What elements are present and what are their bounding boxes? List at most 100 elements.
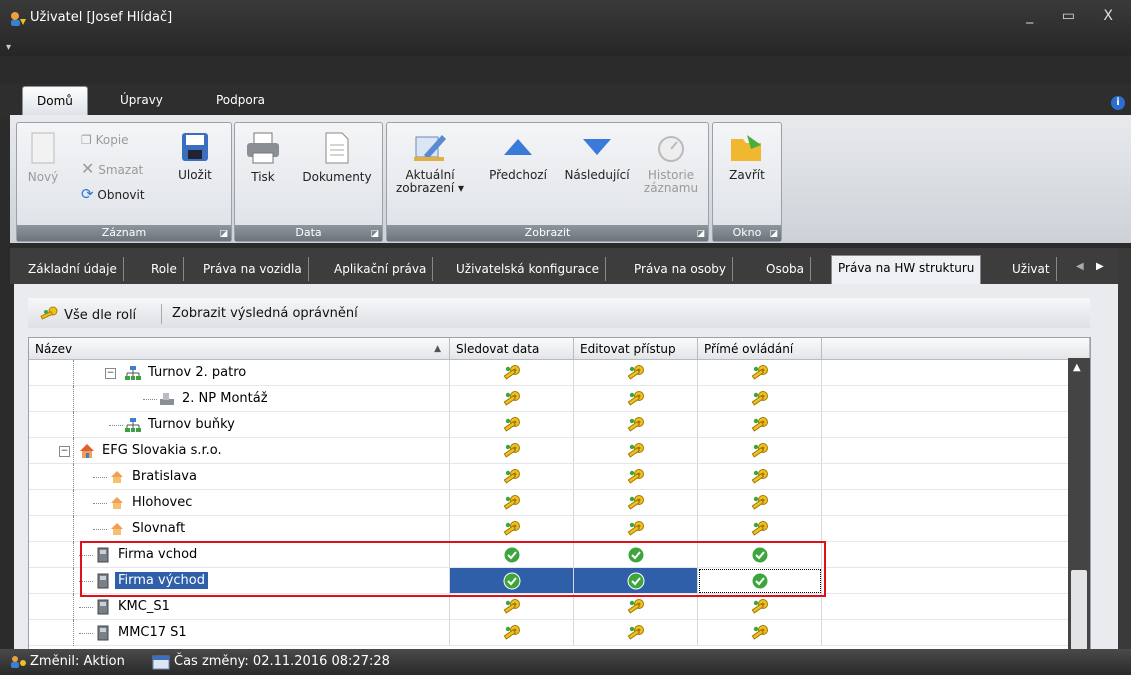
- permission-cell[interactable]: [450, 594, 574, 620]
- info-icon[interactable]: i: [1111, 96, 1125, 110]
- permission-cell[interactable]: [574, 386, 698, 412]
- permission-cell[interactable]: [574, 464, 698, 490]
- tab-scroll-left-icon[interactable]: ◀: [1076, 261, 1084, 272]
- name-cell[interactable]: MMC17 S1: [29, 620, 450, 646]
- save-button[interactable]: Uložit: [175, 131, 215, 182]
- copy-button[interactable]: ❐ Kopie: [81, 133, 129, 147]
- permission-cell[interactable]: [698, 438, 822, 464]
- name-cell[interactable]: − Turnov 2. patro: [29, 360, 450, 386]
- all-by-roles-button[interactable]: Vše dle rolí: [40, 306, 136, 323]
- quick-access-dropdown-icon[interactable]: ▾: [6, 42, 11, 53]
- permission-cell[interactable]: [450, 386, 574, 412]
- tab-podpora[interactable]: Podpora: [202, 86, 279, 114]
- permission-cell[interactable]: [698, 542, 822, 568]
- tab-upravy[interactable]: Úpravy: [106, 86, 177, 114]
- delete-button[interactable]: ✕ Smazat: [81, 159, 143, 178]
- tab-domu[interactable]: Domů: [22, 86, 88, 115]
- maximize-button[interactable]: ▭: [1062, 8, 1087, 24]
- collapse-toggle-icon[interactable]: −: [59, 446, 70, 457]
- permission-cell[interactable]: [698, 568, 822, 594]
- next-button[interactable]: Následující: [559, 131, 635, 182]
- permission-cell[interactable]: [574, 360, 698, 386]
- permission-cell[interactable]: [450, 568, 574, 594]
- permission-cell[interactable]: [574, 412, 698, 438]
- permission-cell[interactable]: [698, 594, 822, 620]
- table-row[interactable]: Slovnaft: [29, 516, 1090, 542]
- refresh-button[interactable]: ⟳ Obnovit: [81, 185, 145, 203]
- name-cell[interactable]: 2. NP Montáž: [29, 386, 450, 412]
- tab-prava-na-hw-strukturu[interactable]: Práva na HW strukturu: [831, 255, 982, 284]
- dialog-launcher-icon[interactable]: ◪: [370, 229, 379, 239]
- tab-scroll-right-icon[interactable]: ▶: [1096, 261, 1104, 272]
- permission-cell[interactable]: [698, 464, 822, 490]
- column-header-editovat-pristup[interactable]: Editovat přístup: [574, 338, 698, 360]
- current-view-button[interactable]: Aktuální zobrazení ▾: [393, 131, 467, 195]
- table-row[interactable]: KMC_S1: [29, 594, 1090, 620]
- tab-prava-na-osoby[interactable]: Práva na osoby: [628, 257, 734, 281]
- tab-prava-na-vozidla[interactable]: Práva na vozidla: [197, 257, 309, 281]
- tab-osoba[interactable]: Osoba: [760, 257, 812, 281]
- permission-cell[interactable]: [574, 516, 698, 542]
- permission-cell[interactable]: [450, 620, 574, 646]
- table-row[interactable]: − EFG Slovakia s.r.o.: [29, 438, 1090, 464]
- table-row[interactable]: MMC17 S1: [29, 620, 1090, 646]
- previous-button[interactable]: Předchozí: [485, 131, 551, 182]
- dialog-launcher-icon[interactable]: ◪: [219, 229, 228, 239]
- permission-cell[interactable]: [450, 412, 574, 438]
- permission-cell[interactable]: [698, 360, 822, 386]
- outer-scrollbar[interactable]: [1118, 248, 1131, 649]
- name-cell[interactable]: Firma vchod: [29, 542, 450, 568]
- collapse-toggle-icon[interactable]: −: [105, 368, 116, 379]
- permission-cell[interactable]: [574, 620, 698, 646]
- table-row[interactable]: Hlohovec: [29, 490, 1090, 516]
- permission-cell[interactable]: [698, 490, 822, 516]
- column-header-nazev[interactable]: Název ▲: [29, 338, 450, 360]
- scrollbar-thumb[interactable]: [1071, 570, 1087, 650]
- permission-cell[interactable]: [698, 516, 822, 542]
- tab-aplikacni-prava[interactable]: Aplikační práva: [328, 257, 434, 281]
- scroll-up-icon[interactable]: ▲: [1073, 362, 1081, 373]
- table-row[interactable]: − Turnov 2. patro: [29, 360, 1090, 386]
- permission-cell[interactable]: [450, 516, 574, 542]
- table-row[interactable]: Firma východ: [29, 568, 1090, 594]
- name-cell[interactable]: Bratislava: [29, 464, 450, 490]
- documents-button[interactable]: Dokumenty: [297, 131, 377, 184]
- permission-cell[interactable]: [450, 490, 574, 516]
- minimize-button[interactable]: _: [1026, 8, 1045, 24]
- permission-cell[interactable]: [574, 542, 698, 568]
- permission-cell[interactable]: [574, 594, 698, 620]
- permission-cell[interactable]: [574, 490, 698, 516]
- tab-zakladni-udaje[interactable]: Základní údaje: [22, 257, 124, 281]
- dialog-launcher-icon[interactable]: ◪: [769, 229, 778, 239]
- name-cell[interactable]: KMC_S1: [29, 594, 450, 620]
- permission-cell[interactable]: [698, 386, 822, 412]
- history-button[interactable]: Historie záznamu: [641, 131, 701, 195]
- dialog-launcher-icon[interactable]: ◪: [696, 229, 705, 239]
- permission-cell[interactable]: [450, 438, 574, 464]
- name-cell[interactable]: − EFG Slovakia s.r.o.: [29, 438, 450, 464]
- new-button[interactable]: Nový: [23, 131, 63, 184]
- table-row[interactable]: Turnov buňky: [29, 412, 1090, 438]
- permission-cell[interactable]: [450, 464, 574, 490]
- close-window-button[interactable]: Zavřít: [721, 131, 773, 182]
- tab-uzivatelska-konfigurace[interactable]: Uživatelská konfigurace: [450, 257, 606, 281]
- permission-cell[interactable]: [698, 412, 822, 438]
- table-row[interactable]: 2. NP Montáž: [29, 386, 1090, 412]
- show-resulting-permissions-button[interactable]: Zobrazit výsledná oprávnění: [172, 306, 358, 321]
- close-button[interactable]: X: [1103, 8, 1125, 24]
- table-row[interactable]: Firma vchod: [29, 542, 1090, 568]
- tab-uzivat[interactable]: Uživat: [1006, 257, 1057, 281]
- permission-cell[interactable]: [698, 620, 822, 646]
- name-cell[interactable]: Slovnaft: [29, 516, 450, 542]
- print-button[interactable]: Tisk: [243, 131, 283, 184]
- permission-cell[interactable]: [574, 438, 698, 464]
- column-header-prime-ovladani[interactable]: Přímé ovládání: [698, 338, 822, 360]
- column-header-sledovat-data[interactable]: Sledovat data: [450, 338, 574, 360]
- tab-role[interactable]: Role: [145, 257, 184, 281]
- permission-cell[interactable]: [450, 360, 574, 386]
- permission-cell[interactable]: [574, 568, 698, 594]
- permission-cell[interactable]: [450, 542, 574, 568]
- name-cell[interactable]: Hlohovec: [29, 490, 450, 516]
- table-row[interactable]: Bratislava: [29, 464, 1090, 490]
- name-cell[interactable]: Firma východ: [29, 568, 450, 594]
